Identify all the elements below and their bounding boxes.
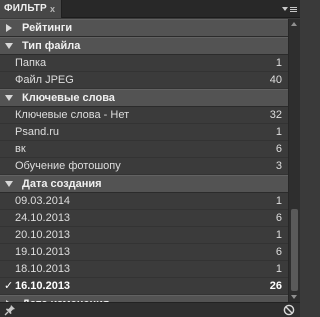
filter-count: 6 [275, 246, 282, 258]
filter-count: 32 [269, 109, 282, 121]
vertical-scrollbar[interactable] [288, 19, 300, 302]
section-header-ratings[interactable]: Рейтинги [0, 19, 288, 37]
section-header-keywords[interactable]: Ключевые слова [0, 89, 288, 107]
filter-row[interactable]: Папка 1 [0, 55, 288, 72]
section-title: Тип файла [22, 40, 81, 52]
tab-filter[interactable]: ФИЛЬТР x [0, 0, 62, 18]
filter-count: 26 [269, 280, 282, 292]
filter-row[interactable]: Обучение фотошопу 3 [0, 158, 288, 175]
disclosure-triangle-down-icon[interactable] [5, 43, 13, 49]
filter-count: 1 [275, 126, 282, 138]
clear-filter-icon[interactable] [283, 304, 295, 316]
filter-count: 1 [275, 195, 282, 207]
filter-row[interactable]: ✓ 16.10.2013 26 [0, 278, 288, 295]
panel-bottom-bar [0, 302, 300, 317]
filter-label: Файл JPEG [15, 74, 74, 86]
filter-count: 3 [275, 160, 282, 172]
filter-list: Рейтинги Тип файла Папка 1 Файл JPEG 40 Ключев… [0, 19, 288, 302]
filter-row[interactable]: 24.10.2013 6 [0, 210, 288, 227]
pin-icon[interactable] [4, 304, 16, 316]
section-header-date-created[interactable]: Дата создания [0, 175, 288, 193]
filter-label: Psand.ru [15, 126, 60, 138]
filter-label: 09.03.2014 [15, 195, 71, 207]
filter-label: 18.10.2013 [15, 263, 71, 275]
filter-count: 1 [275, 229, 282, 241]
filter-row[interactable]: 20.10.2013 1 [0, 227, 288, 244]
panel-tab-bar: ФИЛЬТР x [0, 0, 300, 18]
scroll-up-arrow-icon[interactable] [291, 22, 297, 26]
filter-row[interactable]: Ключевые слова - Нет 32 [0, 107, 288, 124]
filter-count: 6 [275, 212, 282, 224]
section-title: Ключевые слова [22, 92, 115, 104]
disclosure-triangle-right-icon[interactable] [6, 24, 12, 32]
disclosure-triangle-down-icon[interactable] [5, 181, 13, 187]
scroll-down-arrow-icon[interactable] [291, 295, 297, 299]
filter-label: 16.10.2013 [15, 280, 71, 292]
filter-count: 1 [275, 57, 282, 69]
filter-label: 24.10.2013 [15, 212, 71, 224]
filter-label: Обучение фотошопу [15, 160, 121, 172]
filter-row[interactable]: Файл JPEG 40 [0, 72, 288, 89]
filter-count: 40 [269, 74, 282, 86]
section-title: Рейтинги [22, 22, 73, 34]
filter-row[interactable]: вк 6 [0, 141, 288, 158]
filter-label: 20.10.2013 [15, 229, 71, 241]
filter-row[interactable]: 18.10.2013 1 [0, 261, 288, 278]
filter-label: Папка [15, 57, 47, 69]
filter-count: 6 [275, 143, 282, 155]
checkmark-icon: ✓ [4, 280, 14, 292]
section-title: Дата создания [22, 178, 102, 190]
scroll-thumb[interactable] [291, 209, 298, 291]
section-header-date-modified[interactable]: Дата изменения [0, 295, 288, 302]
section-header-file-type[interactable]: Тип файла [0, 37, 288, 55]
filter-count: 1 [275, 263, 282, 275]
tab-title: ФИЛЬТР [4, 3, 47, 14]
filter-row[interactable]: Psand.ru 1 [0, 124, 288, 141]
filter-label: вк [15, 143, 26, 155]
filter-row[interactable]: 19.10.2013 6 [0, 244, 288, 261]
filter-label: 19.10.2013 [15, 246, 71, 258]
disclosure-triangle-down-icon[interactable] [5, 95, 13, 101]
filter-label: Ключевые слова - Нет [15, 109, 130, 121]
filter-row[interactable]: 09.03.2014 1 [0, 193, 288, 210]
tab-close-icon[interactable]: x [50, 0, 55, 18]
panel-menu-icon[interactable] [282, 4, 297, 14]
